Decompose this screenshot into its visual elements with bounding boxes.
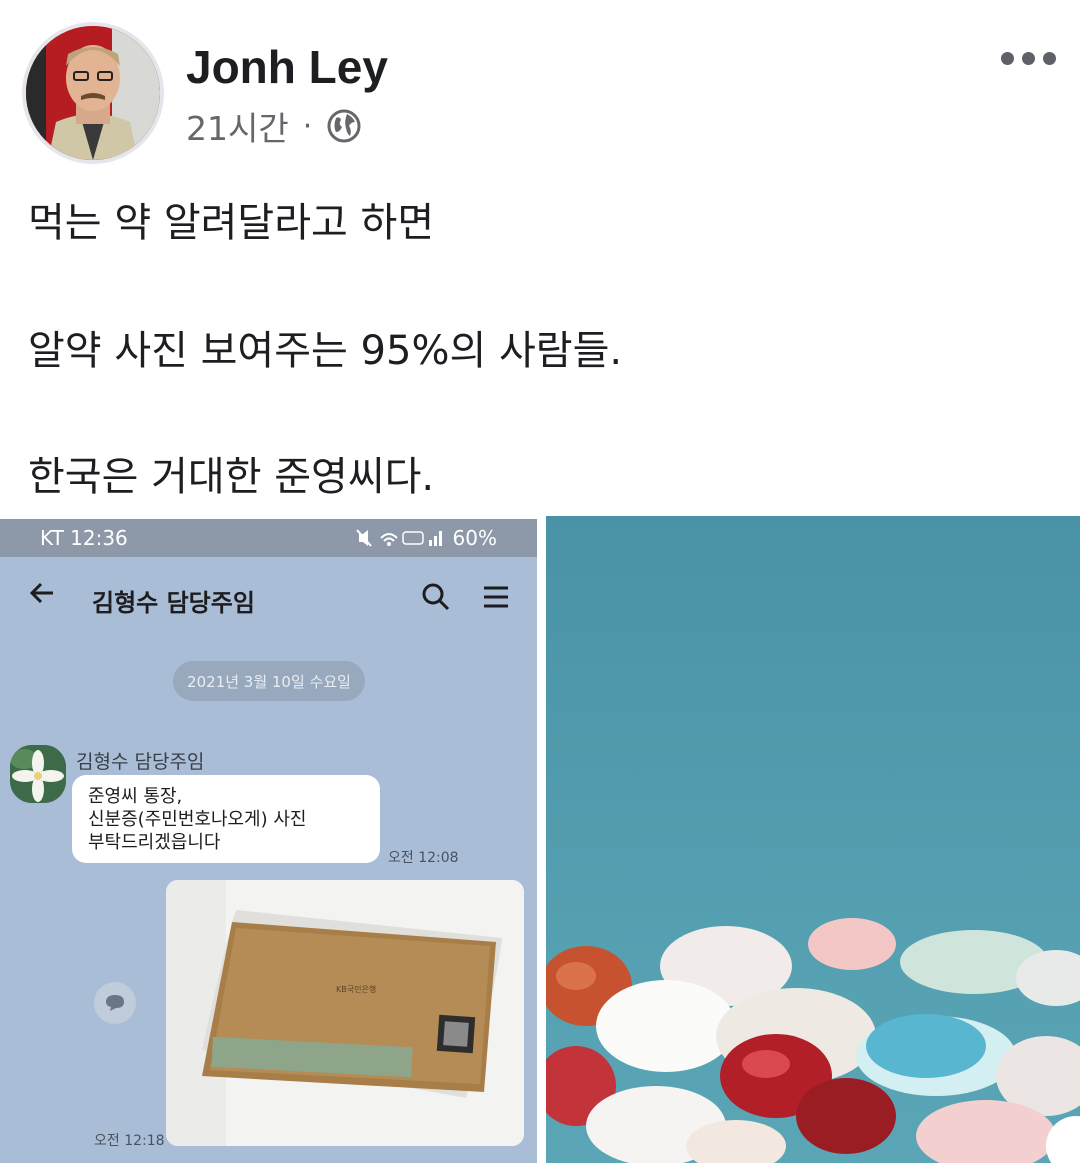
more-dot-icon: [1001, 52, 1014, 65]
message-line: 부탁드리겠읍니다: [88, 832, 221, 853]
status-carrier-time: KT 12:36: [40, 526, 128, 550]
flower-icon: [10, 745, 66, 803]
photo-time: 오전 12:18: [94, 1133, 165, 1149]
post-text-line-2: 알약 사진 보여주는 95%의 사람들.: [28, 328, 623, 374]
more-dot-icon: [1043, 52, 1056, 65]
chat-header: 김형수 담당주임: [0, 557, 537, 641]
phone-status-bar: KT 12:36 60%: [0, 519, 537, 557]
author-avatar[interactable]: [22, 22, 164, 164]
more-options-button[interactable]: [1001, 52, 1056, 65]
back-arrow-icon[interactable]: [28, 579, 56, 607]
post-meta: 21시간 ·: [186, 102, 362, 150]
message-line: 신분증(주민번호나오게) 사진: [88, 809, 307, 830]
post-time[interactable]: 21시간: [186, 102, 289, 150]
sender-name: 김형수 담당주임: [76, 751, 205, 773]
shared-photo: KB국민은행: [166, 880, 524, 1146]
message-time: 오전 12:08: [388, 850, 459, 866]
card-bank-label: KB국민은행: [336, 984, 376, 994]
status-battery: 60%: [452, 526, 497, 550]
status-icons: [355, 529, 442, 547]
post-image-chat-screenshot[interactable]: KT 12:36 60% 김형수 담당주임 2021년 3월 10일 수요일 김…: [0, 519, 537, 1163]
pills-photo: [546, 516, 1080, 1163]
message-bubble: 준영씨 통장, 신분증(주민번호나오게) 사진 부탁드리겠읍니다: [72, 775, 380, 863]
globe-icon: [327, 109, 361, 143]
post-text-line-1: 먹는 약 알려달라고 하면: [28, 200, 435, 246]
search-icon[interactable]: [420, 581, 452, 613]
share-button: [94, 982, 136, 1024]
post-image-pills[interactable]: [546, 516, 1080, 1163]
friend-avatar: [10, 745, 66, 803]
chat-title: 김형수 담당주임: [92, 589, 255, 617]
avatar-portrait: [26, 26, 160, 160]
bankbook-photo: KB국민은행: [166, 880, 524, 1146]
date-divider: 2021년 3월 10일 수요일: [173, 661, 365, 701]
meta-separator: ·: [302, 108, 313, 144]
post-text-line-3: 한국은 거대한 준영씨다.: [28, 454, 435, 500]
chat-bubble-icon: [106, 995, 124, 1011]
message-line: 준영씨 통장,: [88, 786, 183, 807]
menu-icon[interactable]: [482, 583, 510, 611]
more-dot-icon: [1022, 52, 1035, 65]
author-name[interactable]: Jonh Ley: [186, 40, 388, 94]
